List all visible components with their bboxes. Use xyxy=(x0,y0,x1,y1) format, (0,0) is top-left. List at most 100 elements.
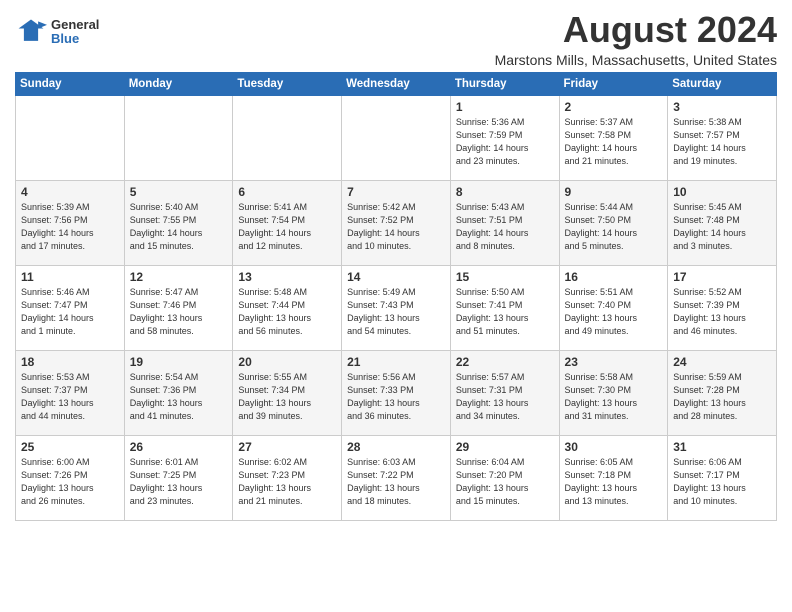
day-number: 20 xyxy=(238,355,336,369)
calendar-cell: 10 Sunrise: 5:45 AM Sunset: 7:48 PM Dayli… xyxy=(668,180,777,265)
day-number: 28 xyxy=(347,440,445,454)
logo: General Blue xyxy=(15,16,99,48)
day-info: Sunrise: 5:54 AM Sunset: 7:36 PM Dayligh… xyxy=(130,371,228,423)
day-info: Sunrise: 5:43 AM Sunset: 7:51 PM Dayligh… xyxy=(456,201,554,253)
day-number: 11 xyxy=(21,270,119,284)
day-info: Sunrise: 5:53 AM Sunset: 7:37 PM Dayligh… xyxy=(21,371,119,423)
weekday-header: Friday xyxy=(559,72,668,95)
month-title: August 2024 xyxy=(495,10,777,50)
logo-general: General xyxy=(51,18,99,32)
calendar-cell: 4Sunrise: 5:39 AM Sunset: 7:56 PM Daylig… xyxy=(16,180,125,265)
weekday-header: Thursday xyxy=(450,72,559,95)
day-number: 16 xyxy=(565,270,663,284)
location: Marstons Mills, Massachusetts, United St… xyxy=(495,52,777,68)
day-number: 9 xyxy=(565,185,663,199)
calendar-cell: 20 Sunrise: 5:55 AM Sunset: 7:34 PM Dayli… xyxy=(233,350,342,435)
calendar-cell xyxy=(342,95,451,180)
weekday-header: Tuesday xyxy=(233,72,342,95)
day-number: 13 xyxy=(238,270,336,284)
day-info: Sunrise: 5:45 AM Sunset: 7:48 PM Dayligh… xyxy=(673,201,771,253)
calendar-cell: 25 Sunrise: 6:00 AM Sunset: 7:26 PM Dayli… xyxy=(16,435,125,520)
calendar-cell: 3 Sunrise: 5:38 AM Sunset: 7:57 PM Daylig… xyxy=(668,95,777,180)
calendar-cell: 5 Sunrise: 5:40 AM Sunset: 7:55 PM Daylig… xyxy=(124,180,233,265)
calendar-cell xyxy=(16,95,125,180)
logo-icon xyxy=(15,16,47,48)
day-info: Sunrise: 5:57 AM Sunset: 7:31 PM Dayligh… xyxy=(456,371,554,423)
day-number: 4 xyxy=(21,185,119,199)
calendar-week-row: 25 Sunrise: 6:00 AM Sunset: 7:26 PM Dayli… xyxy=(16,435,777,520)
logo-text: General Blue xyxy=(51,18,99,47)
day-info: Sunrise: 6:05 AM Sunset: 7:18 PM Dayligh… xyxy=(565,456,663,508)
day-number: 26 xyxy=(130,440,228,454)
day-info: Sunrise: 6:06 AM Sunset: 7:17 PM Dayligh… xyxy=(673,456,771,508)
day-number: 5 xyxy=(130,185,228,199)
calendar-cell: 29Sunrise: 6:04 AM Sunset: 7:20 PM Dayli… xyxy=(450,435,559,520)
day-info: Sunrise: 5:40 AM Sunset: 7:55 PM Dayligh… xyxy=(130,201,228,253)
weekday-header: Saturday xyxy=(668,72,777,95)
day-info: Sunrise: 5:47 AM Sunset: 7:46 PM Dayligh… xyxy=(130,286,228,338)
day-number: 10 xyxy=(673,185,771,199)
calendar-cell: 16Sunrise: 5:51 AM Sunset: 7:40 PM Dayli… xyxy=(559,265,668,350)
day-number: 12 xyxy=(130,270,228,284)
calendar-cell: 7Sunrise: 5:42 AM Sunset: 7:52 PM Daylig… xyxy=(342,180,451,265)
day-info: Sunrise: 5:36 AM Sunset: 7:59 PM Dayligh… xyxy=(456,116,554,168)
day-number: 15 xyxy=(456,270,554,284)
calendar-cell: 26Sunrise: 6:01 AM Sunset: 7:25 PM Dayli… xyxy=(124,435,233,520)
calendar-cell: 11 Sunrise: 5:46 AM Sunset: 7:47 PM Dayli… xyxy=(16,265,125,350)
calendar-cell: 2Sunrise: 5:37 AM Sunset: 7:58 PM Daylig… xyxy=(559,95,668,180)
day-number: 1 xyxy=(456,100,554,114)
calendar-body: 1 Sunrise: 5:36 AM Sunset: 7:59 PM Daylig… xyxy=(16,95,777,520)
day-number: 17 xyxy=(673,270,771,284)
calendar-cell: 21 Sunrise: 5:56 AM Sunset: 7:33 PM Dayli… xyxy=(342,350,451,435)
calendar-cell: 31 Sunrise: 6:06 AM Sunset: 7:17 PM Dayli… xyxy=(668,435,777,520)
day-info: Sunrise: 5:56 AM Sunset: 7:33 PM Dayligh… xyxy=(347,371,445,423)
logo-blue: Blue xyxy=(51,32,99,46)
day-info: Sunrise: 5:50 AM Sunset: 7:41 PM Dayligh… xyxy=(456,286,554,338)
day-info: Sunrise: 5:48 AM Sunset: 7:44 PM Dayligh… xyxy=(238,286,336,338)
weekday-row: SundayMondayTuesdayWednesdayThursdayFrid… xyxy=(16,72,777,95)
day-info: Sunrise: 5:59 AM Sunset: 7:28 PM Dayligh… xyxy=(673,371,771,423)
day-number: 18 xyxy=(21,355,119,369)
day-number: 27 xyxy=(238,440,336,454)
calendar-cell: 14 Sunrise: 5:49 AM Sunset: 7:43 PM Dayli… xyxy=(342,265,451,350)
day-info: Sunrise: 5:38 AM Sunset: 7:57 PM Dayligh… xyxy=(673,116,771,168)
calendar-cell: 12 Sunrise: 5:47 AM Sunset: 7:46 PM Dayli… xyxy=(124,265,233,350)
calendar-cell: 30 Sunrise: 6:05 AM Sunset: 7:18 PM Dayli… xyxy=(559,435,668,520)
day-info: Sunrise: 5:58 AM Sunset: 7:30 PM Dayligh… xyxy=(565,371,663,423)
day-info: Sunrise: 5:44 AM Sunset: 7:50 PM Dayligh… xyxy=(565,201,663,253)
calendar-cell xyxy=(233,95,342,180)
day-number: 21 xyxy=(347,355,445,369)
calendar-cell: 19 Sunrise: 5:54 AM Sunset: 7:36 PM Dayli… xyxy=(124,350,233,435)
calendar-week-row: 4Sunrise: 5:39 AM Sunset: 7:56 PM Daylig… xyxy=(16,180,777,265)
day-number: 3 xyxy=(673,100,771,114)
day-info: Sunrise: 5:41 AM Sunset: 7:54 PM Dayligh… xyxy=(238,201,336,253)
title-block: August 2024 Marstons Mills, Massachusett… xyxy=(495,10,777,68)
day-info: Sunrise: 6:02 AM Sunset: 7:23 PM Dayligh… xyxy=(238,456,336,508)
calendar-cell: 15 Sunrise: 5:50 AM Sunset: 7:41 PM Dayli… xyxy=(450,265,559,350)
calendar-cell: 18 Sunrise: 5:53 AM Sunset: 7:37 PM Dayli… xyxy=(16,350,125,435)
day-number: 19 xyxy=(130,355,228,369)
calendar-cell: 13 Sunrise: 5:48 AM Sunset: 7:44 PM Dayli… xyxy=(233,265,342,350)
calendar-header: SundayMondayTuesdayWednesdayThursdayFrid… xyxy=(16,72,777,95)
weekday-header: Sunday xyxy=(16,72,125,95)
day-number: 25 xyxy=(21,440,119,454)
calendar-cell: 8Sunrise: 5:43 AM Sunset: 7:51 PM Daylig… xyxy=(450,180,559,265)
day-info: Sunrise: 5:49 AM Sunset: 7:43 PM Dayligh… xyxy=(347,286,445,338)
calendar-table: SundayMondayTuesdayWednesdayThursdayFrid… xyxy=(15,72,777,521)
day-number: 23 xyxy=(565,355,663,369)
day-info: Sunrise: 5:55 AM Sunset: 7:34 PM Dayligh… xyxy=(238,371,336,423)
day-info: Sunrise: 5:37 AM Sunset: 7:58 PM Dayligh… xyxy=(565,116,663,168)
day-number: 6 xyxy=(238,185,336,199)
calendar-cell: 9 Sunrise: 5:44 AM Sunset: 7:50 PM Daylig… xyxy=(559,180,668,265)
day-number: 29 xyxy=(456,440,554,454)
day-number: 7 xyxy=(347,185,445,199)
day-info: Sunrise: 6:00 AM Sunset: 7:26 PM Dayligh… xyxy=(21,456,119,508)
day-number: 31 xyxy=(673,440,771,454)
day-info: Sunrise: 5:46 AM Sunset: 7:47 PM Dayligh… xyxy=(21,286,119,338)
calendar-cell: 28Sunrise: 6:03 AM Sunset: 7:22 PM Dayli… xyxy=(342,435,451,520)
day-number: 24 xyxy=(673,355,771,369)
calendar-cell: 6 Sunrise: 5:41 AM Sunset: 7:54 PM Daylig… xyxy=(233,180,342,265)
day-number: 30 xyxy=(565,440,663,454)
day-number: 14 xyxy=(347,270,445,284)
calendar-cell: 22Sunrise: 5:57 AM Sunset: 7:31 PM Dayli… xyxy=(450,350,559,435)
